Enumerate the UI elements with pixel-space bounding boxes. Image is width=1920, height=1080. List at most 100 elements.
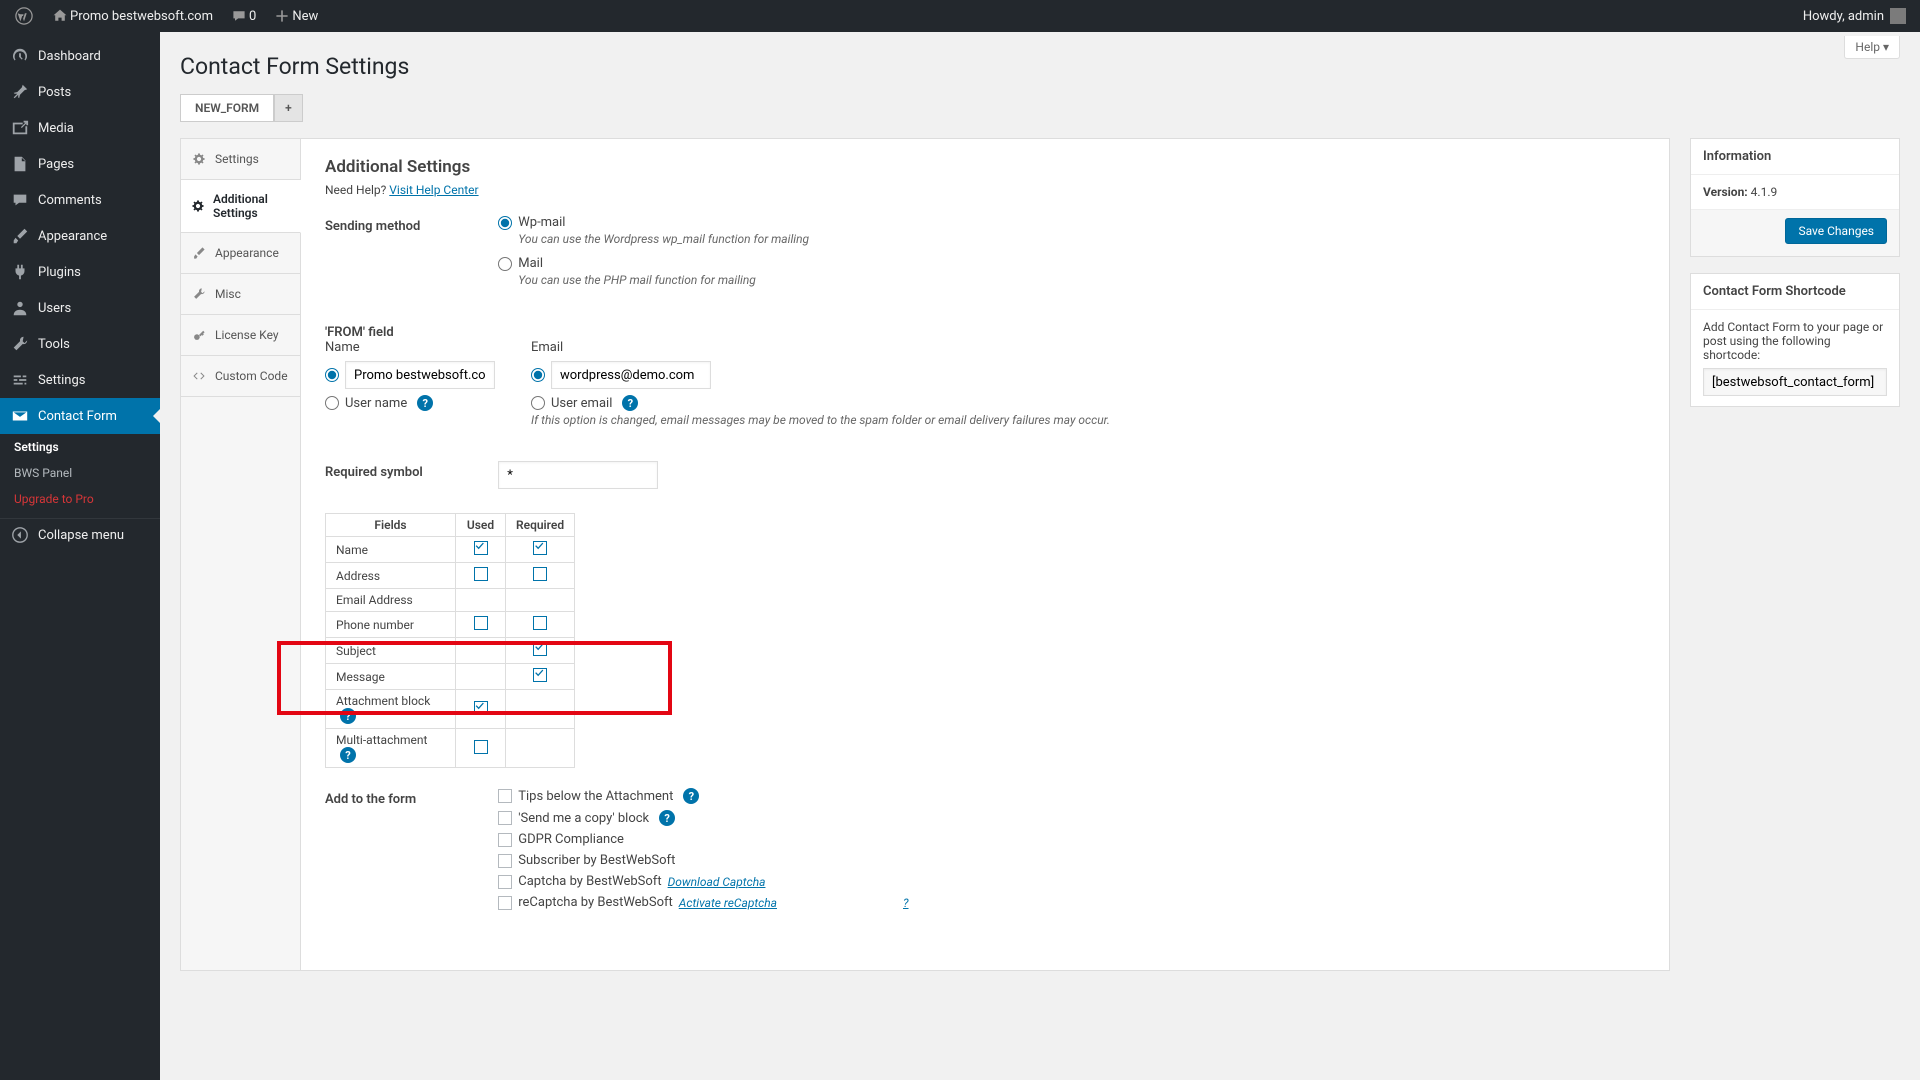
- help-icon[interactable]: ?: [417, 395, 433, 411]
- help-icon[interactable]: ?: [683, 788, 699, 804]
- brush-icon: [191, 245, 207, 261]
- itab-license[interactable]: License Key: [181, 315, 300, 356]
- checkbox[interactable]: [533, 567, 547, 581]
- email-label: Email: [531, 340, 1110, 355]
- help-icon[interactable]: ?: [622, 395, 638, 411]
- radio-mail[interactable]: [498, 257, 512, 271]
- checkbox[interactable]: [533, 616, 547, 630]
- help-center-link[interactable]: Visit Help Center: [389, 183, 478, 197]
- activate-recaptcha-link[interactable]: Activate reCaptcha: [679, 896, 777, 910]
- submenu-upgrade[interactable]: Upgrade to Pro: [0, 486, 160, 512]
- download-captcha-link[interactable]: Download Captcha: [668, 875, 766, 889]
- field-name-cell: Attachment block ?: [326, 690, 456, 729]
- cb-copy[interactable]: [498, 811, 512, 825]
- checkbox[interactable]: [474, 701, 488, 715]
- new-label: New: [292, 9, 318, 24]
- field-name-cell: Message: [326, 664, 456, 690]
- help-icon[interactable]: ?: [659, 810, 675, 826]
- shortcode-input[interactable]: [1703, 368, 1887, 396]
- wp-logo[interactable]: [6, 0, 42, 32]
- checkbox[interactable]: [533, 668, 547, 682]
- checkbox[interactable]: [474, 541, 488, 555]
- menu-posts[interactable]: Posts: [0, 74, 160, 110]
- radio-from-name-custom[interactable]: [325, 368, 339, 382]
- field-name-cell: Phone number: [326, 612, 456, 638]
- chevron-down-icon: ▾: [1883, 40, 1889, 54]
- itab-settings[interactable]: Settings: [181, 139, 300, 180]
- itab-misc[interactable]: Misc: [181, 274, 300, 315]
- tab-new-form[interactable]: NEW_FORM: [180, 94, 274, 122]
- menu-contact-form[interactable]: Contact Form: [0, 398, 160, 434]
- collapse-menu[interactable]: Collapse menu: [0, 518, 160, 553]
- page-title: Contact Form Settings: [180, 44, 1900, 84]
- checkbox[interactable]: [474, 567, 488, 581]
- menu-pages[interactable]: Pages: [0, 146, 160, 182]
- brush-icon: [10, 226, 30, 246]
- recaptcha-help-link[interactable]: ?: [903, 896, 909, 910]
- key-icon: [191, 327, 207, 343]
- itab-custom-code[interactable]: Custom Code: [181, 356, 300, 397]
- checkbox[interactable]: [474, 616, 488, 630]
- main-panel: Settings Additional Settings Appearance …: [180, 138, 1670, 971]
- save-changes-button[interactable]: Save Changes: [1785, 218, 1887, 244]
- account-link[interactable]: Howdy, admin: [1795, 0, 1914, 32]
- radio-wpmail[interactable]: [498, 216, 512, 230]
- menu-media[interactable]: Media: [0, 110, 160, 146]
- section-heading: Additional Settings: [325, 157, 1645, 177]
- help-icon[interactable]: ?: [340, 747, 356, 763]
- itab-additional[interactable]: Additional Settings: [181, 180, 301, 233]
- page-icon: [10, 154, 30, 174]
- required-symbol-input[interactable]: [498, 461, 658, 489]
- table-row: Phone number: [326, 612, 575, 638]
- collapse-icon: [10, 525, 30, 545]
- site-link[interactable]: Promo bestwebsoft.com: [42, 0, 221, 32]
- checkbox[interactable]: [533, 642, 547, 656]
- version-label: Version:: [1703, 185, 1748, 199]
- menu-users[interactable]: Users: [0, 290, 160, 326]
- tab-add-form[interactable]: +: [274, 94, 303, 122]
- itab-appearance[interactable]: Appearance: [181, 233, 300, 274]
- table-row: Name: [326, 537, 575, 563]
- cb-recaptcha[interactable]: [498, 896, 512, 910]
- cb-captcha[interactable]: [498, 875, 512, 889]
- comments-link[interactable]: 0: [221, 0, 264, 32]
- help-icon[interactable]: ?: [340, 708, 356, 724]
- help-tab[interactable]: Help ▾: [1844, 36, 1900, 59]
- table-row: Attachment block ?: [326, 690, 575, 729]
- shortcode-box: Contact Form Shortcode Add Contact Form …: [1690, 273, 1900, 407]
- user-icon: [10, 298, 30, 318]
- cb-gdpr[interactable]: [498, 833, 512, 847]
- wrench-icon: [10, 334, 30, 354]
- checkbox[interactable]: [533, 541, 547, 555]
- avatar: [1890, 8, 1906, 24]
- menu-plugins[interactable]: Plugins: [0, 254, 160, 290]
- submenu-settings[interactable]: Settings: [0, 434, 160, 460]
- cb-tips[interactable]: [498, 789, 512, 803]
- table-row: Address: [326, 563, 575, 589]
- menu-comments[interactable]: Comments: [0, 182, 160, 218]
- menu-dashboard[interactable]: Dashboard: [0, 38, 160, 74]
- info-title: Information: [1691, 139, 1899, 175]
- submenu-bws-panel[interactable]: BWS Panel: [0, 460, 160, 486]
- menu-settings[interactable]: Settings: [0, 362, 160, 398]
- email-note: If this option is changed, email message…: [531, 413, 1110, 427]
- sidebar-column: Information Version: 4.1.9 Save Changes …: [1690, 138, 1900, 423]
- from-name-input[interactable]: [345, 361, 495, 389]
- name-label: Name: [325, 340, 495, 355]
- cb-subscriber[interactable]: [498, 854, 512, 868]
- menu-tools[interactable]: Tools: [0, 326, 160, 362]
- plug-icon: [10, 262, 30, 282]
- field-name-cell: Name: [326, 537, 456, 563]
- new-link[interactable]: New: [264, 0, 326, 32]
- checkbox[interactable]: [474, 740, 488, 754]
- radio-from-email-custom[interactable]: [531, 368, 545, 382]
- field-name-cell: Email Address: [326, 589, 456, 612]
- inner-tabs: Settings Additional Settings Appearance …: [181, 139, 301, 970]
- shortcode-title: Contact Form Shortcode: [1691, 274, 1899, 310]
- admin-bar: Promo bestwebsoft.com 0 New Howdy, admin: [0, 0, 1920, 32]
- from-email-input[interactable]: [551, 361, 711, 389]
- menu-appearance[interactable]: Appearance: [0, 218, 160, 254]
- radio-from-name-user[interactable]: [325, 396, 339, 410]
- radio-from-email-user[interactable]: [531, 396, 545, 410]
- wrench-icon: [191, 286, 207, 302]
